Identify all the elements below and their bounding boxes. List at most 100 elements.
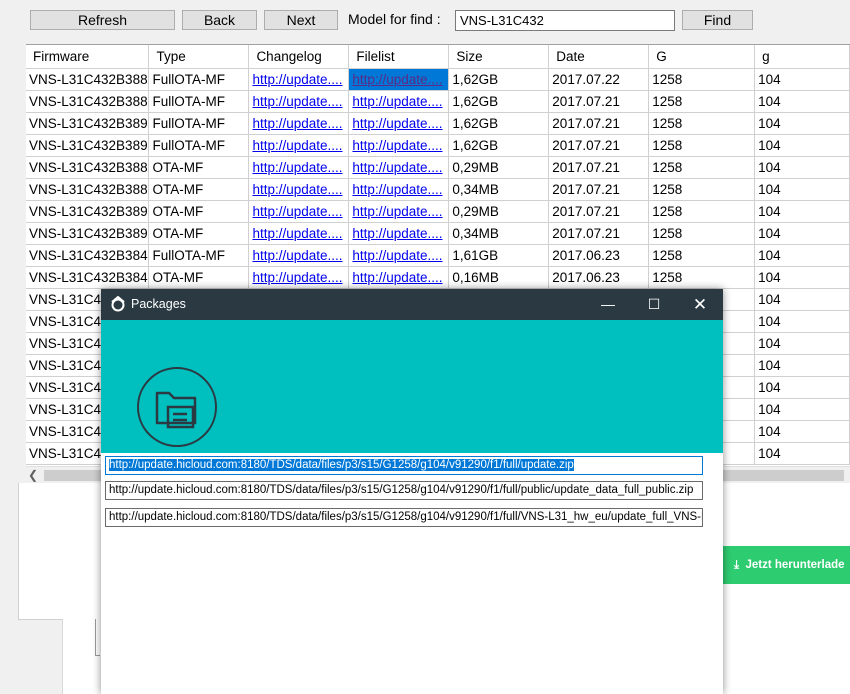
table-row[interactable]: VNS-L31C432B389 FullOTA-MF http://update..… [26,134,850,157]
table-cell: 1,62GB [448,134,550,157]
table-cell[interactable]: http://update.... [248,178,350,201]
back-button[interactable]: Back [182,10,257,30]
table-cell[interactable]: http://update.... [348,200,450,223]
refresh-button[interactable]: Refresh [30,10,175,30]
table-cell: 2017.07.21 [548,200,650,223]
table-cell[interactable]: http://update.... [248,244,350,267]
table-row[interactable]: VNS-L31C432B389 FullOTA-MF http://update..… [26,112,850,135]
table-cell: OTA-MF [148,178,250,201]
table-cell: FullOTA-MF [148,112,250,135]
scroll-left-icon[interactable]: ❮ [28,467,38,484]
url-field-3[interactable]: http://update.hicloud.com:8180/TDS/data/… [105,508,703,527]
table-row[interactable]: VNS-L31C432B384 FullOTA-MF http://update..… [26,244,850,267]
find-button[interactable]: Find [682,10,753,30]
table-cell[interactable]: http://update.... [348,68,450,91]
url-text: http://update.hicloud.com:8180/TDS/data/… [109,459,574,471]
url-text: http://update.hicloud.com:8180/TDS/data/… [109,484,694,496]
table-cell[interactable]: http://update.... [348,156,450,179]
table-cell: 104 [754,442,850,465]
table-cell[interactable]: http://update.... [248,156,350,179]
dialog-titlebar[interactable]: Packages — ☐ ✕ [101,289,723,320]
table-cell[interactable]: http://update.... [348,178,450,201]
table-cell: 1258 [648,90,756,113]
table-cell: FullOTA-MF [148,134,250,157]
column-header[interactable]: g [754,45,850,69]
table-cell: 1258 [648,112,756,135]
table-cell[interactable]: http://update.... [348,134,450,157]
table-cell: 104 [754,200,850,223]
table-cell: 1,61GB [448,244,550,267]
column-header[interactable]: Type [148,45,250,69]
table-cell: VNS-L31C432B388 [26,90,150,113]
table-cell: 0,34MB [448,178,550,201]
url-field-1[interactable]: http://update.hicloud.com:8180/TDS/data/… [105,456,703,475]
table-cell: VNS-L31C432B389 [26,112,150,135]
table-cell: 0,34MB [448,222,550,245]
table-cell: OTA-MF [148,156,250,179]
maximize-icon[interactable]: ☐ [631,289,677,320]
table-cell: 104 [754,178,850,201]
column-header[interactable]: G [648,45,756,69]
model-input[interactable] [455,10,675,31]
table-cell: VNS-L31C432B389 [26,222,150,245]
table-cell: 1,62GB [448,112,550,135]
column-header[interactable]: Size [448,45,550,69]
table-cell[interactable]: http://update.... [248,266,350,289]
table-cell: 1,62GB [448,68,550,91]
download-button[interactable]: ⤓ Jetzt herunterlade [722,546,850,584]
next-button[interactable]: Next [264,10,338,30]
table-cell: 104 [754,398,850,421]
table-row[interactable]: VNS-L31C432B388 OTA-MF http://update.... ht… [26,178,850,201]
download-icon: ⤓ [734,559,740,571]
table-cell: 104 [754,68,850,91]
table-cell: 104 [754,222,850,245]
table-cell: 2017.07.21 [548,222,650,245]
table-cell[interactable]: http://update.... [248,200,350,223]
table-cell: FullOTA-MF [148,244,250,267]
table-cell: 2017.07.21 [548,134,650,157]
dialog-header-banner [101,320,723,453]
table-cell[interactable]: http://update.... [348,244,450,267]
table-cell[interactable]: http://update.... [348,112,450,135]
table-row[interactable]: VNS-L31C432B388 FullOTA-MF http://update..… [26,68,850,91]
table-cell: OTA-MF [148,200,250,223]
model-find-label: Model for find : [348,11,441,27]
table-cell[interactable]: http://update.... [348,90,450,113]
table-cell: 1258 [648,200,756,223]
table-cell: 2017.06.23 [548,244,650,267]
column-header[interactable]: Changelog [248,45,350,69]
table-cell[interactable]: http://update.... [248,90,350,113]
minimize-icon[interactable]: — [585,289,631,320]
table-cell: 1258 [648,178,756,201]
table-cell[interactable]: http://update.... [348,222,450,245]
table-cell: 104 [754,332,850,355]
table-cell: 104 [754,112,850,135]
url-text: http://update.hicloud.com:8180/TDS/data/… [109,511,702,523]
table-cell: 1258 [648,68,756,91]
column-header[interactable]: Date [548,45,650,69]
table-cell: 104 [754,244,850,267]
table-cell: 104 [754,310,850,333]
table-cell[interactable]: http://update.... [348,266,450,289]
table-cell: 104 [754,156,850,179]
table-row[interactable]: VNS-L31C432B388 OTA-MF http://update.... ht… [26,156,850,179]
table-row[interactable]: VNS-L31C432B384 OTA-MF http://update.... ht… [26,266,850,289]
table-row[interactable]: VNS-L31C432B389 OTA-MF http://update.... ht… [26,222,850,245]
table-cell[interactable]: http://update.... [248,112,350,135]
table-cell: FullOTA-MF [148,90,250,113]
table-cell[interactable]: http://update.... [248,222,350,245]
table-row[interactable]: VNS-L31C432B389 OTA-MF http://update.... ht… [26,200,850,223]
table-cell: 2017.07.22 [548,68,650,91]
close-icon[interactable]: ✕ [677,289,723,320]
table-cell[interactable]: http://update.... [248,68,350,91]
column-header[interactable]: Firmware [26,45,150,69]
table-cell: 1,62GB [448,90,550,113]
background-frame [95,619,100,656]
table-cell[interactable]: http://update.... [248,134,350,157]
table-cell: VNS-L31C432B388 [26,156,150,179]
table-cell: 2017.07.21 [548,90,650,113]
table-row[interactable]: VNS-L31C432B388 FullOTA-MF http://update..… [26,90,850,113]
url-field-2[interactable]: http://update.hicloud.com:8180/TDS/data/… [105,481,703,500]
column-header[interactable]: Filelist [348,45,450,69]
table-cell: 1258 [648,156,756,179]
